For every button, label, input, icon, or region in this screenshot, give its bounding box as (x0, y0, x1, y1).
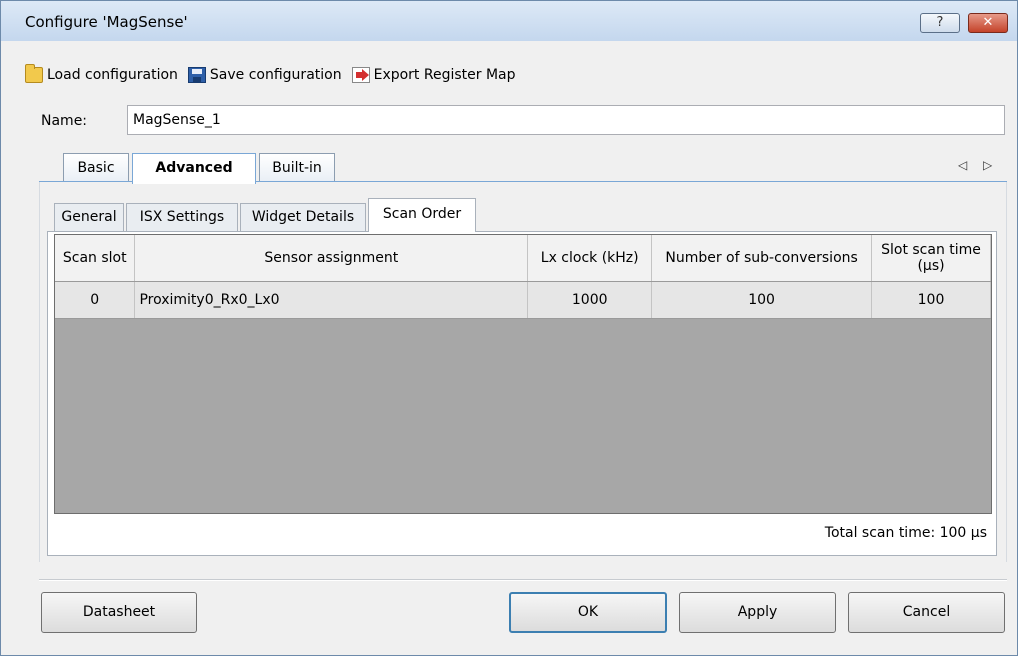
button-separator (39, 579, 1007, 581)
tab-isx-settings[interactable]: ISX Settings (126, 203, 238, 231)
save-configuration-label: Save configuration (209, 67, 342, 83)
tab-isx-settings-label: ISX Settings (139, 209, 225, 225)
help-icon: ? (936, 15, 944, 30)
column-header-scan-slot[interactable]: Scan slot (55, 235, 136, 282)
tab-advanced[interactable]: Advanced (132, 153, 256, 184)
window-title: Configure 'MagSense' (25, 13, 188, 31)
column-header-sub-conversions[interactable]: Number of sub-conversions (651, 235, 873, 282)
tab-scroll-arrows[interactable]: ◁ ▷ (958, 158, 998, 172)
close-button[interactable]: ✕ (968, 13, 1008, 33)
apply-button[interactable]: Apply (679, 592, 836, 633)
cancel-button-label: Cancel (902, 604, 951, 620)
scan-order-grid: Scan slot Sensor assignment Lx clock (kH… (54, 234, 992, 514)
configure-dialog: Configure 'MagSense' ? ✕ Load configurat… (0, 0, 1018, 656)
tab-built-in-label: Built-in (272, 160, 322, 176)
tab-basic-label: Basic (77, 160, 115, 176)
tab-general-label: General (61, 209, 117, 225)
title-bar: Configure 'MagSense' ? ✕ (1, 1, 1017, 41)
export-register-map-label: Export Register Map (373, 67, 516, 83)
folder-icon (25, 64, 43, 83)
sub-conversions-cell[interactable]: 100 (651, 281, 873, 319)
tab-general[interactable]: General (54, 203, 124, 231)
slot-scan-time-cell[interactable]: 100 (871, 281, 991, 319)
export-icon (351, 67, 370, 83)
datasheet-button[interactable]: Datasheet (41, 592, 197, 633)
column-header-lx-clock[interactable]: Lx clock (kHz) (527, 235, 653, 282)
scan-slot-cell[interactable]: 0 (55, 281, 136, 319)
tab-built-in[interactable]: Built-in (259, 153, 335, 183)
export-register-map-button[interactable]: Export Register Map (351, 67, 516, 83)
sensor-assignment-cell[interactable]: Proximity0_Rx0_Lx0 (134, 281, 529, 319)
close-icon: ✕ (982, 15, 994, 30)
column-header-slot-scan-time[interactable]: Slot scan time (µs) (871, 235, 991, 282)
ok-button[interactable]: OK (509, 592, 667, 633)
table-row[interactable]: 0 Proximity0_Rx0_Lx0 1000 100 100 (55, 281, 991, 319)
save-configuration-button[interactable]: Save configuration (187, 67, 342, 83)
lx-clock-cell[interactable]: 1000 (527, 281, 653, 319)
load-configuration-label: Load configuration (47, 67, 178, 83)
name-label: Name: (41, 113, 88, 129)
total-scan-time: Total scan time: 100 µs (824, 525, 987, 541)
ok-button-label: OK (577, 604, 599, 620)
tab-advanced-label: Advanced (155, 160, 233, 176)
toolbar: Load configuration Save configuration Ex… (25, 63, 526, 87)
tab-widget-details-label: Widget Details (251, 209, 355, 225)
table-header-row: Scan slot Sensor assignment Lx clock (kH… (55, 235, 991, 282)
load-configuration-button[interactable]: Load configuration (25, 64, 178, 83)
column-header-sensor-assignment[interactable]: Sensor assignment (134, 235, 529, 282)
scan-order-table: Scan slot Sensor assignment Lx clock (kH… (55, 235, 991, 319)
tab-scan-order-label: Scan Order (382, 206, 462, 222)
apply-button-label: Apply (737, 604, 778, 620)
tab-widget-details[interactable]: Widget Details (240, 203, 366, 231)
cancel-button[interactable]: Cancel (848, 592, 1005, 633)
tab-scan-order[interactable]: Scan Order (368, 198, 476, 232)
tab-basic[interactable]: Basic (63, 153, 129, 183)
datasheet-button-label: Datasheet (82, 604, 156, 620)
save-icon (187, 67, 206, 83)
name-field[interactable] (127, 105, 1005, 135)
help-button[interactable]: ? (920, 13, 960, 33)
